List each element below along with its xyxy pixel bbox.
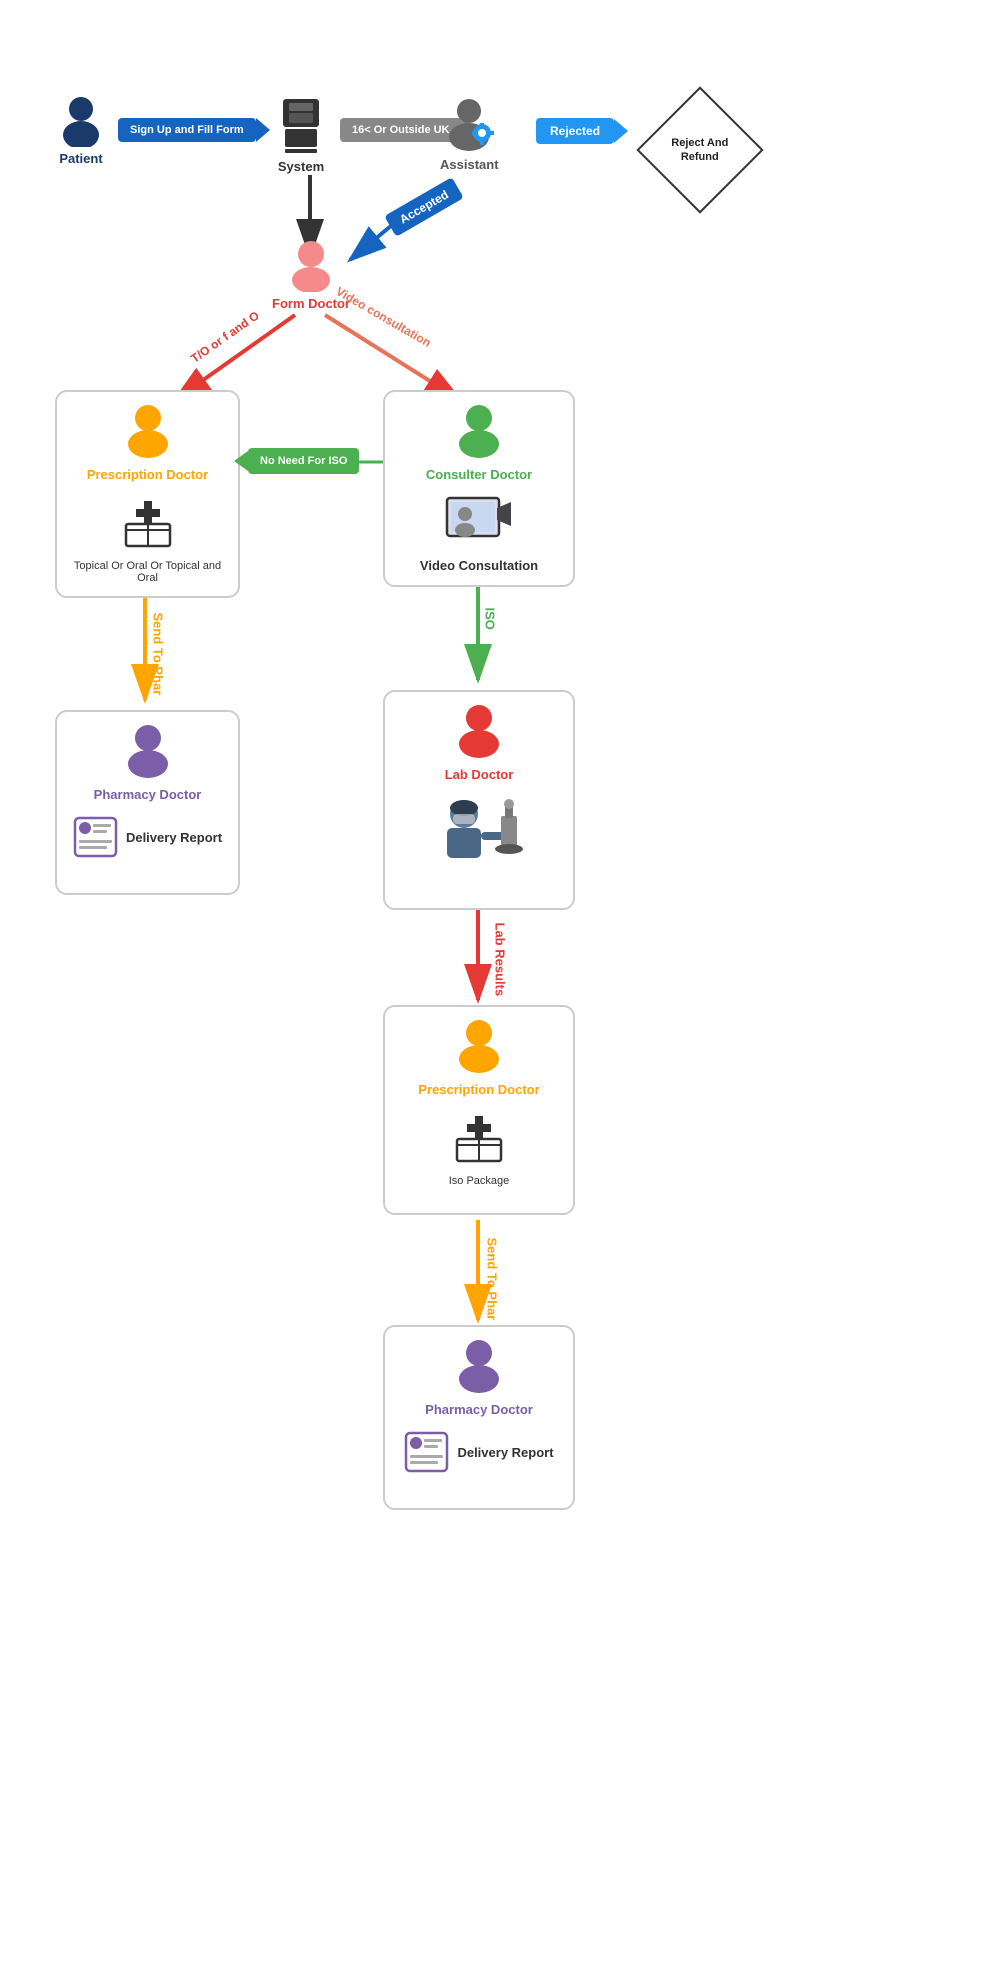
lab-results-label: Lab Results: [493, 923, 508, 997]
lab-results-text: Lab Results: [493, 923, 508, 997]
tio-label: T/O or f and O: [188, 308, 262, 365]
assistant-label: Assistant: [440, 157, 499, 172]
iso-text: ISO: [483, 608, 498, 630]
lab-doctor-label: Lab Doctor: [445, 767, 514, 782]
pharmacy-doctor-2-label: Pharmacy Doctor: [425, 1402, 533, 1417]
signup-label: Sign Up and Fill Form: [130, 124, 244, 136]
patient-node: Patient: [55, 95, 107, 166]
topical-oral-label: Topical Or Oral Or Topical and Oral: [67, 560, 228, 584]
system-node: System: [275, 95, 327, 174]
consulter-doctor-card: Consulter Doctor Video Consultation: [383, 390, 575, 587]
reject-refund-diamond: Reject And Refund: [640, 90, 760, 210]
accepted-arrow-label: Accepted: [384, 177, 464, 237]
delivery-report-2-label: Delivery Report: [457, 1445, 553, 1460]
reject-refund-label: Reject And Refund: [657, 136, 743, 165]
assistant-icon: [440, 95, 498, 153]
send-to-phar-2-label: Send To Phar: [485, 1238, 500, 1321]
tio-text: T/O or f and O: [188, 308, 262, 365]
consulter-doctor-label: Consulter Doctor: [426, 467, 532, 482]
iso-label: ISO: [483, 608, 498, 630]
lab-doctor-icon: [449, 704, 509, 767]
pharmacy-doctor-1-card: Pharmacy Doctor Delivery Report: [55, 710, 240, 895]
delivery-report-2-icon: Delivery Report: [404, 1431, 553, 1473]
form-doctor-node: Form Doctor: [272, 240, 350, 311]
prescription-doctor-1-icon: [118, 404, 178, 467]
assistant-node: Assistant: [440, 95, 499, 172]
signup-arrow-btn: Sign Up and Fill Form: [118, 118, 256, 142]
rx-box-icon: [118, 496, 178, 556]
video-consult-text: Video consultation: [334, 284, 434, 350]
no-need-iso-btn: No Need For ISO: [248, 448, 359, 474]
patient-icon: [55, 95, 107, 147]
consulter-doctor-icon: [449, 404, 509, 467]
prescription-doctor-2-icon: [449, 1019, 509, 1082]
patient-label: Patient: [59, 151, 102, 166]
prescription-doctor-2-label: Prescription Doctor: [418, 1082, 539, 1097]
rejected-arrow-btn: Rejected: [536, 118, 614, 144]
iso-package-label: Iso Package: [449, 1175, 510, 1187]
prescription-doctor-1-label: Prescription Doctor: [87, 467, 208, 482]
pharmacy-doctor-1-label: Pharmacy Doctor: [94, 787, 202, 802]
video-screen-icon: [443, 494, 515, 554]
delivery-report-1-icon: Delivery Report: [73, 816, 222, 858]
outside-uk-label: 16< Or Outside UK: [352, 124, 450, 136]
rx-box-2-icon: [449, 1111, 509, 1171]
delivery-report-1-label: Delivery Report: [126, 830, 222, 845]
system-label: System: [278, 159, 324, 174]
no-need-iso-label: No Need For ISO: [260, 455, 347, 467]
send-to-phar-1-text: Send To Phar: [151, 613, 166, 696]
form-doctor-icon: [285, 240, 337, 292]
prescription-doctor-1-card: Prescription Doctor Topical Or Oral Or T…: [55, 390, 240, 598]
send-to-phar-2-text: Send To Phar: [485, 1238, 500, 1321]
send-to-phar-1-label: Send To Phar: [151, 613, 166, 696]
accepted-label: Accepted: [397, 187, 451, 226]
rejected-label: Rejected: [550, 124, 600, 138]
video-consultation-label: Video Consultation: [420, 558, 538, 573]
lab-doctor-card: Lab Doctor: [383, 690, 575, 910]
pharmacy-doctor-1-icon: [118, 724, 178, 787]
prescription-doctor-2-card: Prescription Doctor Iso Package: [383, 1005, 575, 1215]
flowchart: Patient Sign Up and Fill Form System 16<…: [0, 0, 1000, 1986]
pharmacy-doctor-2-icon: [449, 1339, 509, 1402]
system-icon: [275, 95, 327, 155]
video-consult-label: Video consultation: [334, 284, 434, 350]
pharmacy-doctor-2-card: Pharmacy Doctor Delivery Report: [383, 1325, 575, 1510]
lab-illustration: [429, 794, 529, 889]
